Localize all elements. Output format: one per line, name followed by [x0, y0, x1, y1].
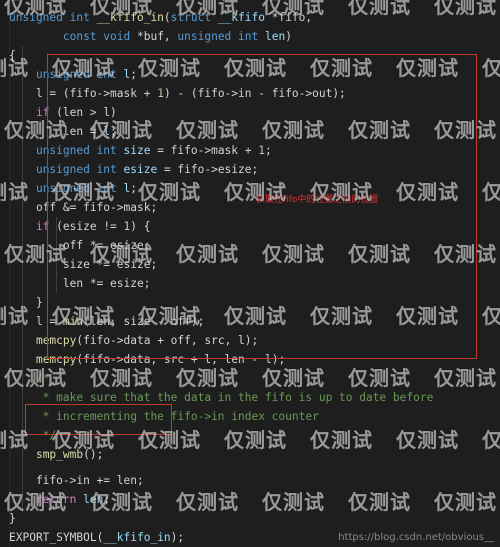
code-token: len: [264, 30, 286, 43]
code-line: fifo->in += len;: [9, 471, 500, 490]
code-line: len *= esize;: [9, 274, 500, 293]
annotation-note: 获取在fifo中的位置之前的位置: [256, 195, 379, 205]
code-token: * make sure that the data in the fifo is…: [9, 391, 434, 404]
source-url: https://blog.csdn.net/obvious__: [338, 532, 494, 543]
code-line: return len;: [9, 490, 500, 509]
code-line: }: [9, 509, 500, 528]
code-token: l =: [9, 315, 63, 328]
code-token: );: [170, 531, 185, 544]
code-token: len =: [9, 125, 104, 138]
code-token: }: [9, 296, 43, 309]
code-token: esize: [123, 163, 158, 176]
code-token: (fifo->data + off, src, l);: [76, 334, 259, 347]
code-token: size *= esize;: [9, 258, 158, 271]
code-token: off &= fifo->mask;: [9, 201, 158, 214]
code-token: unsigned int: [35, 144, 124, 157]
code-token: ): [285, 30, 292, 43]
code-line: unsigned int esize = fifo->esize;: [9, 160, 500, 179]
code-token: *buf,: [136, 30, 178, 43]
code-line: const void *buf, unsigned int len): [9, 27, 500, 46]
code-token: fifo->in += len;: [9, 474, 144, 487]
code-line: memcpy(fifo->data, src + l, len - l);: [9, 350, 500, 369]
code-line: memcpy(fifo->data + off, src, l);: [9, 331, 500, 350]
indent-guide: [22, 46, 23, 512]
code-token: (: [163, 11, 171, 24]
code-line: size *= esize;: [9, 255, 500, 274]
indent-guide: [56, 217, 57, 293]
code-line: if (esize != 1) {: [9, 217, 500, 236]
code-line: len = l;: [9, 122, 500, 141]
code-line: {: [9, 46, 500, 65]
code-token: __kfifo: [217, 11, 272, 24]
code-line: */: [9, 426, 500, 445]
code-line: off *= esize;: [9, 236, 500, 255]
code-token: len: [83, 493, 104, 506]
code-line: unsigned int l;: [9, 65, 500, 84]
code-token: ;: [130, 68, 138, 81]
code-token: min: [62, 315, 84, 328]
code-line: unsigned int size = fifo->mask + 1;: [9, 141, 500, 160]
code-token: ();: [83, 448, 104, 461]
code-token: }: [9, 512, 16, 525]
code-token: (esize !=: [56, 220, 124, 233]
code-token: if: [35, 106, 57, 119]
code-token: ;: [265, 144, 272, 157]
code-token: off *= esize;: [9, 239, 151, 252]
code-token: memcpy: [35, 353, 77, 366]
code-token: */: [9, 429, 57, 442]
code-line: /*: [9, 369, 500, 388]
code-token: unsigned int: [35, 182, 124, 195]
code-token: l = (fifo->mask +: [9, 87, 158, 100]
code-token: return: [35, 493, 84, 506]
code-line: l = (fifo->mask + 1) - (fifo->in - fifo-…: [9, 84, 500, 103]
code-token: __kfifo_in: [96, 11, 164, 24]
code-token: __kfifo_in: [103, 531, 171, 544]
code-line: smp_wmb();: [9, 445, 500, 464]
code-token: * incrementing the fifo->in index counte…: [9, 410, 319, 423]
code-line: l = min(len, size - off);: [9, 312, 500, 331]
code-token: smp_wmb: [35, 448, 84, 461]
code-token: len *= esize;: [9, 277, 151, 290]
code-token: unsigned int: [177, 30, 265, 43]
code-token: size: [123, 144, 151, 157]
code-token: {: [9, 49, 16, 62]
code-token: unsigned int: [9, 11, 97, 24]
code-token: ) - (fifo->in - fifo->out);: [163, 87, 346, 100]
code-line: off &= fifo->mask;: [9, 198, 500, 217]
code-token: = fifo->mask +: [150, 144, 259, 157]
code-token: /*: [9, 372, 50, 385]
code-line: * incrementing the fifo->in index counte…: [9, 407, 500, 426]
code-line: * make sure that the data in the fifo is…: [9, 388, 500, 407]
code-token: 1: [157, 87, 164, 100]
code-token: ;: [103, 493, 111, 506]
code-token: unsigned int: [35, 68, 124, 81]
code-token: ) {: [130, 220, 151, 233]
code-token: (len > l): [56, 106, 117, 119]
code-line: unsigned int __kfifo_in(struct __kfifo *…: [9, 8, 500, 27]
code-token: unsigned int: [35, 163, 124, 176]
code-token: 1: [258, 144, 265, 157]
code-line: if (len > l): [9, 103, 500, 122]
code-token: const void: [62, 30, 137, 43]
code-token: ;: [110, 125, 117, 138]
code-token: = fifo->esize;: [157, 163, 259, 176]
code-screenshot: unsigned int __kfifo_in(struct __kfifo *…: [0, 0, 500, 547]
code-token: (len, size - off);: [83, 315, 205, 328]
code-token: ;: [130, 182, 138, 195]
code-line: }: [9, 293, 500, 312]
code-line: unsigned int l;: [9, 179, 500, 198]
code-token: (fifo->data, src + l, len - l);: [76, 353, 286, 366]
code-token: struct: [170, 11, 218, 24]
code-token: EXPORT_SYMBOL: [9, 531, 97, 544]
code-token: memcpy: [35, 334, 77, 347]
code-token: *fifo,: [271, 11, 313, 24]
code-content[interactable]: unsigned int __kfifo_in(struct __kfifo *…: [9, 0, 500, 547]
code-token: if: [35, 220, 57, 233]
